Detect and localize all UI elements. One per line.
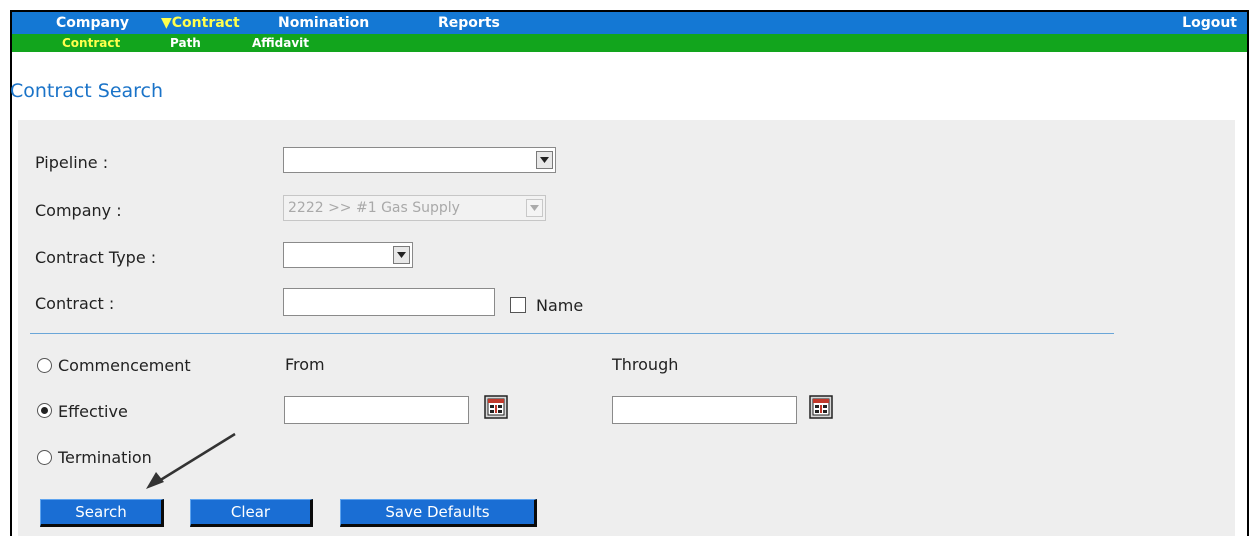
contract-label: Contract : — [35, 294, 115, 313]
through-label: Through — [612, 355, 679, 374]
subnav-item-affidavit[interactable]: Affidavit — [252, 36, 309, 50]
page-title: Contract Search — [10, 80, 164, 102]
calendar-icon[interactable] — [809, 395, 833, 419]
subnav-item-path[interactable]: Path — [170, 36, 201, 50]
sub-nav-bar: Contract Path Affidavit — [12, 34, 1247, 52]
search-button[interactable]: Search — [40, 499, 164, 527]
pipeline-label: Pipeline : — [35, 153, 109, 172]
name-checkbox-label: Name — [536, 296, 584, 315]
commencement-label: Commencement — [58, 356, 191, 375]
termination-label: Termination — [58, 448, 152, 467]
nav-item-nomination[interactable]: Nomination — [278, 15, 369, 31]
nav-item-contract[interactable]: ▼Contract — [161, 15, 240, 31]
company-select-value: 2222 >> #1 Gas Supply — [288, 200, 460, 216]
chevron-down-icon — [536, 151, 553, 169]
clear-button[interactable]: Clear — [190, 499, 313, 527]
effective-radio[interactable] — [37, 403, 52, 418]
section-divider — [30, 333, 1114, 334]
main-nav-bar: Company ▼Contract Nomination Reports Log… — [12, 12, 1247, 34]
chevron-down-icon — [393, 246, 410, 264]
contract-input[interactable] — [283, 288, 495, 316]
chevron-down-icon — [526, 199, 543, 217]
save-defaults-button[interactable]: Save Defaults — [340, 499, 537, 527]
nav-item-company[interactable]: Company — [56, 15, 129, 31]
from-label: From — [285, 355, 325, 374]
commencement-radio[interactable] — [37, 358, 52, 373]
company-select[interactable]: 2222 >> #1 Gas Supply — [283, 195, 546, 221]
arrow-annotation-icon — [146, 432, 236, 489]
termination-radio[interactable] — [37, 450, 52, 465]
calendar-icon[interactable] — [484, 395, 508, 419]
through-date-input[interactable] — [612, 396, 797, 424]
effective-label: Effective — [58, 402, 128, 421]
logout-link[interactable]: Logout — [1182, 15, 1237, 31]
name-checkbox[interactable] — [510, 297, 526, 313]
from-date-input[interactable] — [284, 396, 469, 424]
contract-type-select[interactable] — [283, 242, 413, 268]
nav-item-reports[interactable]: Reports — [438, 15, 500, 31]
company-label: Company : — [35, 201, 122, 220]
pipeline-select[interactable] — [283, 147, 556, 173]
subnav-item-contract[interactable]: Contract — [62, 36, 120, 50]
contract-type-label: Contract Type : — [35, 248, 157, 267]
